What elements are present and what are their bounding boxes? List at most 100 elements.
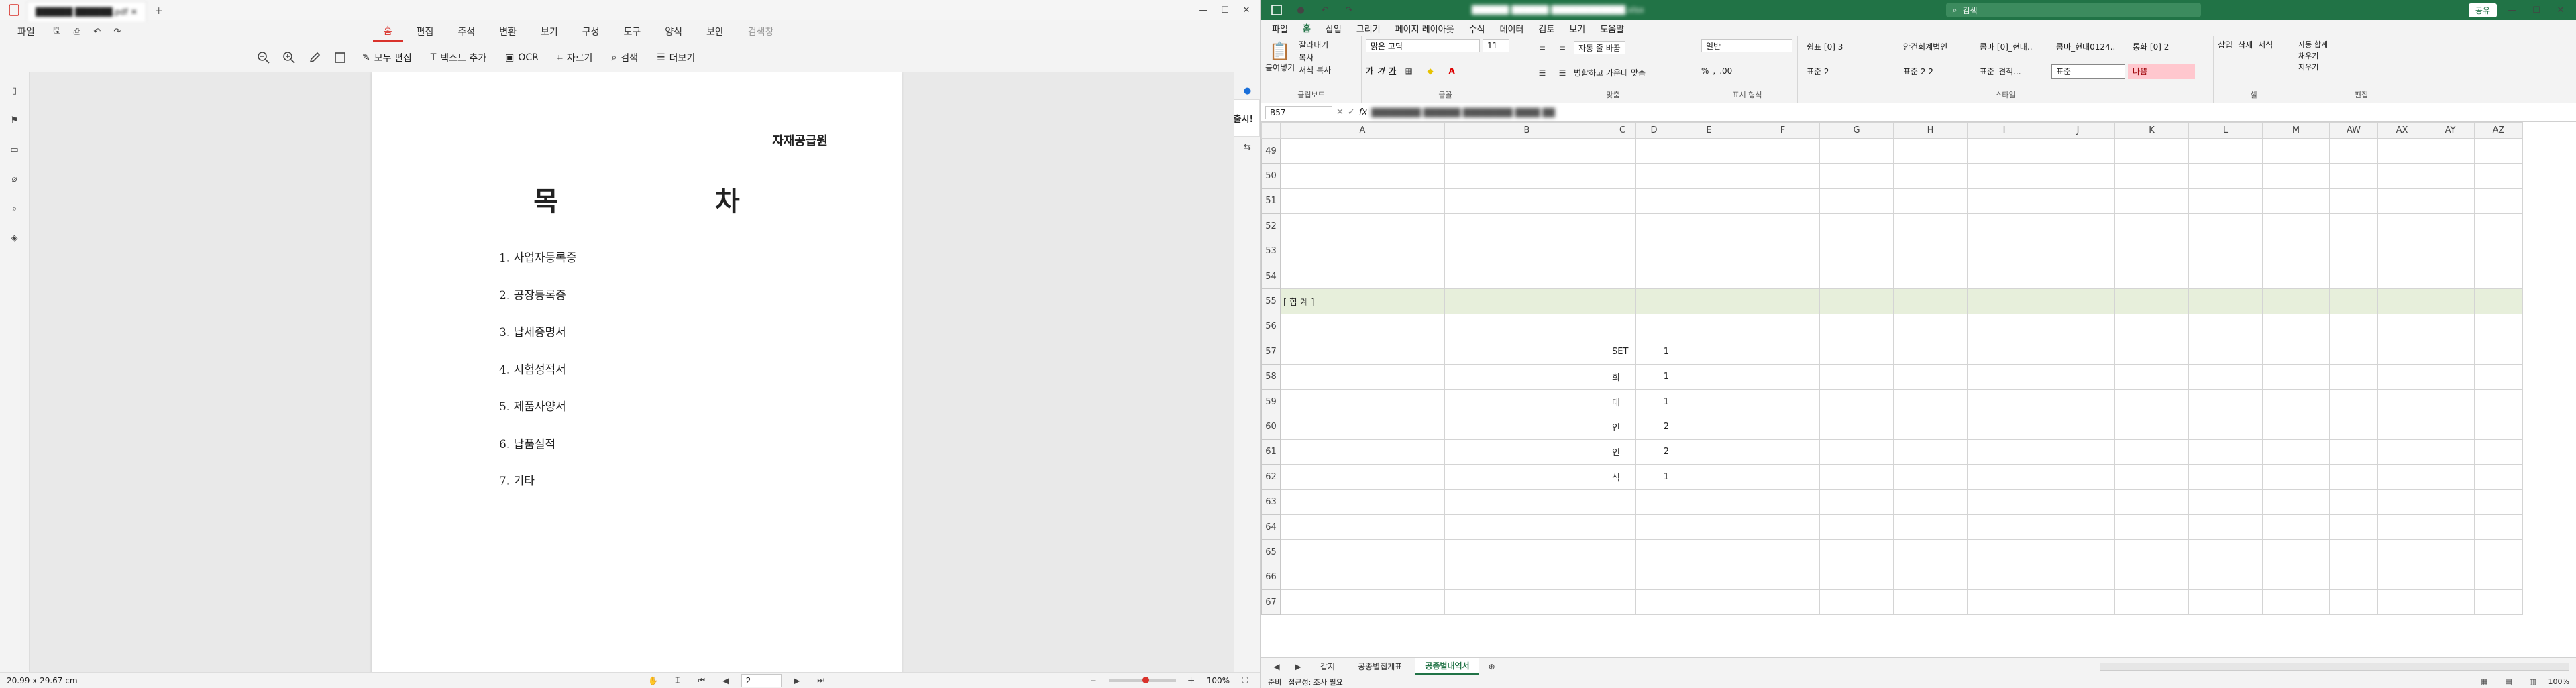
page-layout-icon[interactable]: ▤ [2500,673,2518,688]
column-header[interactable]: H [1893,122,1968,139]
cell[interactable] [1746,238,1820,264]
underline-button[interactable]: 가 [1389,65,1396,76]
cell[interactable] [2426,589,2475,616]
clear-button[interactable]: 지우기 [2298,62,2424,72]
cell[interactable] [2426,363,2475,390]
cell[interactable] [2329,137,2378,164]
cell[interactable] [1967,514,2041,540]
add-text-button[interactable]: T 텍스트 추가 [425,48,492,67]
italic-button[interactable]: 가 [1377,65,1385,76]
fill-color-icon[interactable]: ◆ [1421,62,1439,80]
crop-button[interactable]: ⌗ 자르기 [552,48,598,67]
cell[interactable] [1444,137,1609,164]
shape-icon[interactable] [331,49,349,66]
cell[interactable] [1746,564,1820,591]
cell[interactable] [2188,339,2263,365]
cell[interactable] [1893,489,1968,515]
zoom-in-small-icon[interactable]: ＋ [1183,672,1200,688]
cell[interactable] [2114,339,2189,365]
cell[interactable] [1444,188,1609,215]
cell[interactable] [1746,363,1820,390]
menu-file[interactable]: 파일 [1265,21,1295,36]
menu-insert[interactable]: 삽입 [1319,21,1348,36]
prev-sheet-icon[interactable]: ◀ [1268,658,1285,675]
cell[interactable] [1635,137,1672,164]
cell[interactable] [1672,137,1746,164]
cell[interactable] [1819,388,1894,415]
cell[interactable] [1967,213,2041,239]
cell[interactable] [1819,439,1894,465]
cell[interactable] [2377,589,2426,616]
cell[interactable] [2188,388,2263,415]
cell[interactable] [2041,539,2115,565]
cell[interactable] [2426,213,2475,239]
cell[interactable] [1819,137,1894,164]
cell[interactable] [1819,238,1894,264]
cell[interactable] [1444,464,1609,490]
cell[interactable] [1280,464,1445,490]
cell[interactable] [2426,514,2475,540]
row-header[interactable]: 49 [1261,137,1281,164]
cell[interactable] [1672,539,1746,565]
cell[interactable] [2262,514,2330,540]
cell[interactable] [2041,388,2115,415]
cell[interactable] [1893,263,1968,290]
cell[interactable]: 1 [1635,363,1672,390]
edit-all-button[interactable]: ✎ 모두 편집 [357,48,417,67]
cell[interactable] [2041,414,2115,440]
cell[interactable] [1746,313,1820,340]
cell[interactable] [1893,213,1968,239]
cell[interactable] [1635,514,1672,540]
cell[interactable] [1635,188,1672,215]
cell[interactable] [1967,339,2041,365]
delete-cells-button[interactable]: 삭제 [2238,39,2253,50]
cell[interactable] [1746,489,1820,515]
cell[interactable]: 인 [1609,439,1636,465]
row-header[interactable]: 67 [1261,589,1281,616]
cell[interactable] [1819,288,1894,314]
cell[interactable] [1819,213,1894,239]
cell[interactable] [2426,439,2475,465]
comma-icon[interactable]: , [1713,66,1715,76]
cell[interactable] [2188,439,2263,465]
cancel-icon[interactable]: ✕ [1336,107,1344,117]
cell[interactable] [2474,213,2523,239]
menu-convert[interactable]: 변환 [488,22,527,41]
search-panel-icon[interactable]: ⌕ [6,200,23,217]
cell[interactable] [2377,188,2426,215]
cell[interactable] [1746,288,1820,314]
row-header[interactable]: 58 [1261,363,1281,390]
cell[interactable] [1280,388,1445,415]
zoom-slider[interactable] [1108,676,1176,683]
row-header[interactable]: 62 [1261,464,1281,490]
cell[interactable] [2041,439,2115,465]
cell[interactable] [2188,188,2263,215]
cell[interactable] [1819,313,1894,340]
font-color-icon[interactable]: A [1443,62,1460,80]
style-item[interactable]: 콤마 [0]_현대.. [1975,39,2049,54]
column-header[interactable]: E [1672,122,1746,139]
close-icon[interactable]: ✕ [1238,1,1255,19]
autosave-icon[interactable]: ● [1292,1,1309,19]
cell[interactable] [1444,288,1609,314]
cell[interactable] [1746,188,1820,215]
cell[interactable] [1893,313,1968,340]
save-icon[interactable]: 🖫 [48,23,66,40]
cell[interactable] [1635,489,1672,515]
cell[interactable] [1967,464,2041,490]
cell[interactable] [1635,238,1672,264]
cell[interactable]: [ 합 계 ] [1280,288,1445,314]
cell[interactable] [2329,514,2378,540]
undo-icon[interactable]: ↶ [89,23,106,40]
cell[interactable]: SET [1609,339,1636,365]
share-button[interactable]: 공유 [2468,3,2497,17]
cell[interactable] [1635,263,1672,290]
cell[interactable] [2474,238,2523,264]
cell[interactable] [2377,313,2426,340]
cell[interactable] [2474,339,2523,365]
menu-edit[interactable]: 편집 [406,22,445,41]
cell[interactable] [1672,514,1746,540]
cell[interactable] [2262,213,2330,239]
row-header[interactable]: 55 [1261,288,1281,314]
cell[interactable] [2041,288,2115,314]
